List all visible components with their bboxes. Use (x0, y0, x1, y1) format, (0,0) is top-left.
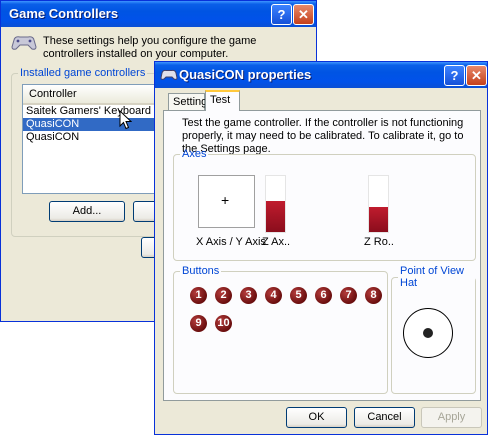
pov-hat-circle (403, 308, 453, 358)
gc-titlebar[interactable]: Game Controllers ? ✕ (1, 1, 316, 27)
axes-legend: Axes (182, 148, 207, 160)
pov-hat-dot (423, 328, 433, 338)
z-rotation-label: Z Ro.. (364, 236, 394, 248)
xy-axis-box: + (198, 175, 255, 228)
qc-titlebar[interactable]: QuasiCON properties ? ✕ (155, 62, 487, 88)
apply-button[interactable]: Apply (421, 407, 482, 428)
controller-button-indicator: 1 (190, 287, 207, 304)
add-button[interactable]: Add... (49, 201, 125, 222)
gc-help-button[interactable]: ? (271, 4, 292, 25)
cancel-button[interactable]: Cancel (354, 407, 415, 428)
pov-hat-legend: Point of View Hat (400, 265, 465, 289)
controller-button-indicator: 9 (190, 315, 207, 332)
xy-axis-label: X Axis / Y Axis (196, 236, 266, 248)
qc-window-title: QuasiCON properties (179, 67, 312, 82)
controller-button-indicator: 8 (365, 287, 382, 304)
tab-settings[interactable]: Settings (168, 93, 213, 111)
z-axis-bar (265, 175, 286, 233)
z-axis-fill (266, 201, 285, 232)
mouse-cursor-icon (119, 110, 132, 130)
buttons-legend: Buttons (182, 265, 220, 277)
gc-description: These settings help you configure the ga… (43, 35, 257, 60)
ok-button[interactable]: OK (286, 407, 347, 428)
gamepad-icon (160, 69, 178, 80)
z-axis-label: Z Ax.. (262, 236, 291, 248)
controller-button-indicator: 2 (215, 287, 232, 304)
controller-button-indicator: 5 (290, 287, 307, 304)
controller-button-indicator: 7 (340, 287, 357, 304)
buttons-group: Buttons (173, 265, 388, 394)
gamepad-icon (11, 36, 37, 50)
controller-button-indicator: 6 (315, 287, 332, 304)
controller-button-indicator: 3 (240, 287, 257, 304)
qc-close-button[interactable]: ✕ (466, 65, 487, 86)
xy-crosshair: + (221, 192, 230, 208)
installed-controllers-legend: Installed game controllers (20, 67, 146, 79)
gc-window-title: Game Controllers (9, 6, 119, 21)
z-rotation-fill (369, 206, 388, 232)
z-rotation-bar (368, 175, 389, 233)
controller-button-indicator: 10 (215, 315, 232, 332)
tab-test[interactable]: Test (205, 90, 240, 111)
quasicon-properties-window: QuasiCON properties ? ✕ Settings Test Te… (154, 61, 488, 435)
qc-help-button[interactable]: ? (444, 65, 465, 86)
gc-close-button[interactable]: ✕ (293, 4, 314, 25)
test-tab-pane: Test the game controller. If the control… (163, 110, 481, 401)
controller-button-indicator: 4 (265, 287, 282, 304)
